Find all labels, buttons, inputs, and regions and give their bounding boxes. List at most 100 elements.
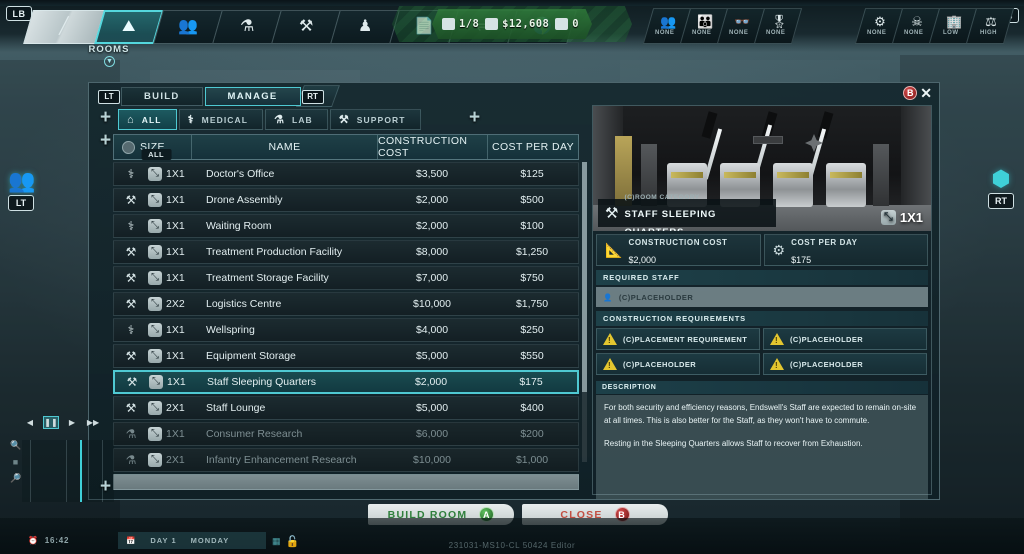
preview-bed [773,163,813,207]
table-row[interactable]: ⚒⤡1X1Staff Sleeping Quarters$2,000$175 [113,370,579,394]
status-vip-label: NONE [766,30,785,36]
tab-build[interactable]: BUILD [121,87,203,106]
requirement-item[interactable]: (C)PLACEHOLDER [596,353,760,375]
table-row[interactable]: ⚒⤡2X1Staff Lounge$5,000$400 [113,396,579,420]
rt-trigger-badge[interactable]: RT [988,193,1014,209]
zoom-in-icon[interactable]: 🔍 [10,440,21,451]
family-icon: 👪 [697,16,713,28]
row-cost-per-day: $500 [486,194,578,206]
tab-medical[interactable]: ⚕ MEDICAL [179,109,263,130]
construction-requirements-grid: (C)PLACEMENT REQUIREMENT (C)PLACEHOLDER … [596,328,928,375]
tab-all-label: ALL [142,115,162,125]
top-bar: LB RB ╱ ⛰ 👥 ⚗ ⚒ ♟ 📄 ⇌ 🌎 ROOMS ▼ 1/8 [0,0,1024,52]
right-edge-hint[interactable]: ⬢ RT [988,168,1014,209]
row-size: ⤡1X1 [148,167,200,181]
table-row[interactable]: ⚗⤡2X1Infantry Enhancement Research$10,00… [113,448,579,472]
lt-badge[interactable]: LT [98,90,120,104]
rewind-button[interactable]: ◀ [22,416,38,429]
row-construction-cost: $2,000 [378,220,486,232]
close-icon[interactable]: ✕ [920,86,932,100]
pause-button[interactable]: ❚❚ [43,416,59,429]
row-size-value: 1X1 [166,324,185,336]
header-size[interactable]: SIZE ALL [114,135,192,159]
requirement-item[interactable]: (C)PLACEHOLDER [763,328,927,350]
supplies-value: 0 [572,18,579,30]
building-icon: 🏢 [946,16,962,28]
add-category-left-icon[interactable]: + [100,108,111,127]
description-body: For both security and efficiency reasons… [596,395,928,499]
tab-lab[interactable]: ⚗ LAB [265,109,328,130]
status-staff-label: NONE [655,30,674,36]
row-construction-cost: $5,000 [378,402,486,414]
row-construction-cost: $10,000 [378,298,486,310]
table-row[interactable]: ⚒⤡1X1Treatment Storage Facility$7,000$75… [113,266,579,290]
room-list-header: SIZE ALL NAME CONSTRUCTION COST COST PER… [113,134,579,160]
medical-icon: ⚕ [114,323,148,337]
requirement-item[interactable]: (C)PLACEMENT REQUIREMENT [596,328,760,350]
size-filter-badge[interactable]: ALL [141,149,171,160]
zoom-out-icon[interactable]: 🔎 [10,473,21,484]
room-list-scrollbar[interactable] [582,162,587,462]
resize-icon: ⤡ [148,271,162,285]
logo-icon: ╱ [59,19,69,35]
tab-manage[interactable]: MANAGE [205,87,301,106]
b-button-badge[interactable]: B [903,86,917,100]
status-threat-label: NONE [904,30,923,36]
row-construction-cost: $2,000 [378,194,486,206]
table-row[interactable]: ⚕⤡1X1Waiting Room$2,000$100 [113,214,579,238]
coin-gear-icon: ⚙ [773,242,786,259]
add-row-icon[interactable]: + [100,477,111,496]
rt-badge[interactable]: RT [302,90,324,104]
requirement-item[interactable]: (C)PLACEHOLDER [763,353,927,375]
resize-icon: ⤡ [148,453,162,467]
row-construction-cost: $6,000 [378,428,486,440]
panel-close-group[interactable]: B ✕ [903,86,932,100]
required-staff-label: (C)PLACEHOLDER [619,293,694,302]
row-name: Waiting Room [200,220,378,232]
table-row[interactable]: ⚒⤡1X1Equipment Storage$5,000$550 [113,344,579,368]
medal-icon: 🎖 [771,16,788,28]
lt-trigger-badge[interactable]: LT [8,195,34,211]
row-size: ⤡1X1 [148,193,200,207]
tab-all[interactable]: ⌂ ALL [118,109,177,130]
support-icon: ⚒ [114,245,148,259]
row-size-value: 1X1 [166,350,185,362]
add-category-right-icon[interactable]: + [469,108,480,127]
left-edge-hint[interactable]: 👥 LT [8,170,35,211]
status-visitors-label: NONE [729,30,748,36]
tab-support-label: SUPPORT [357,115,406,125]
header-construction-cost[interactable]: CONSTRUCTION COST [378,135,488,159]
table-row[interactable]: ⚗⤡1X1Consumer Research$6,000$200 [113,422,579,446]
lab-icon: ⚗ [114,427,148,441]
header-cost-per-day[interactable]: COST PER DAY [488,135,578,159]
top-tab-logo[interactable]: ╱ [23,10,105,44]
table-row[interactable]: ⚒⤡2X2Logistics Centre$10,000$1,750 [113,292,579,316]
row-construction-cost: $4,000 [378,324,486,336]
support-icon: ⚒ [115,375,149,389]
room-list: SIZE ALL NAME CONSTRUCTION COST COST PER… [113,134,579,494]
mode-tab-bar: LT BUILD MANAGE RT [98,87,324,106]
cost-per-day-label: COST PER DAY [791,238,857,247]
row-size: ⤡2X2 [148,297,200,311]
row-size-value: 2X2 [166,298,185,310]
table-row[interactable]: ⚕⤡1X1Doctor's Office$3,500$125 [113,162,579,186]
table-row[interactable]: ⚒⤡1X1Treatment Production Facility$8,000… [113,240,579,264]
required-staff-item[interactable]: 👤 (C)PLACEHOLDER [596,287,928,307]
staff-person-icon: 👤 [603,293,613,302]
tab-support[interactable]: ⚒ SUPPORT [330,109,421,130]
room-name-title: STAFF SLEEPING QUARTERS [624,209,716,231]
room-list-partial-row[interactable] [113,474,579,490]
resize-icon: ⤡ [148,401,162,415]
play-button[interactable]: ▶ [64,416,80,429]
fast-forward-button[interactable]: ▶▶ [85,416,101,429]
glasses-icon: 👓 [734,16,750,28]
add-filter-icon[interactable]: + [100,131,111,150]
marker-icon[interactable]: ■ [10,457,21,467]
header-name[interactable]: NAME [192,135,378,159]
row-size: ⤡1X1 [148,349,200,363]
table-row[interactable]: ⚕⤡1X1Wellspring$4,000$250 [113,318,579,342]
chevron-down-icon[interactable]: ▼ [104,56,115,67]
rooms-count-icon [442,18,455,30]
row-cost-per-day: $250 [486,324,578,336]
table-row[interactable]: ⚒⤡1X1Drone Assembly$2,000$500 [113,188,579,212]
